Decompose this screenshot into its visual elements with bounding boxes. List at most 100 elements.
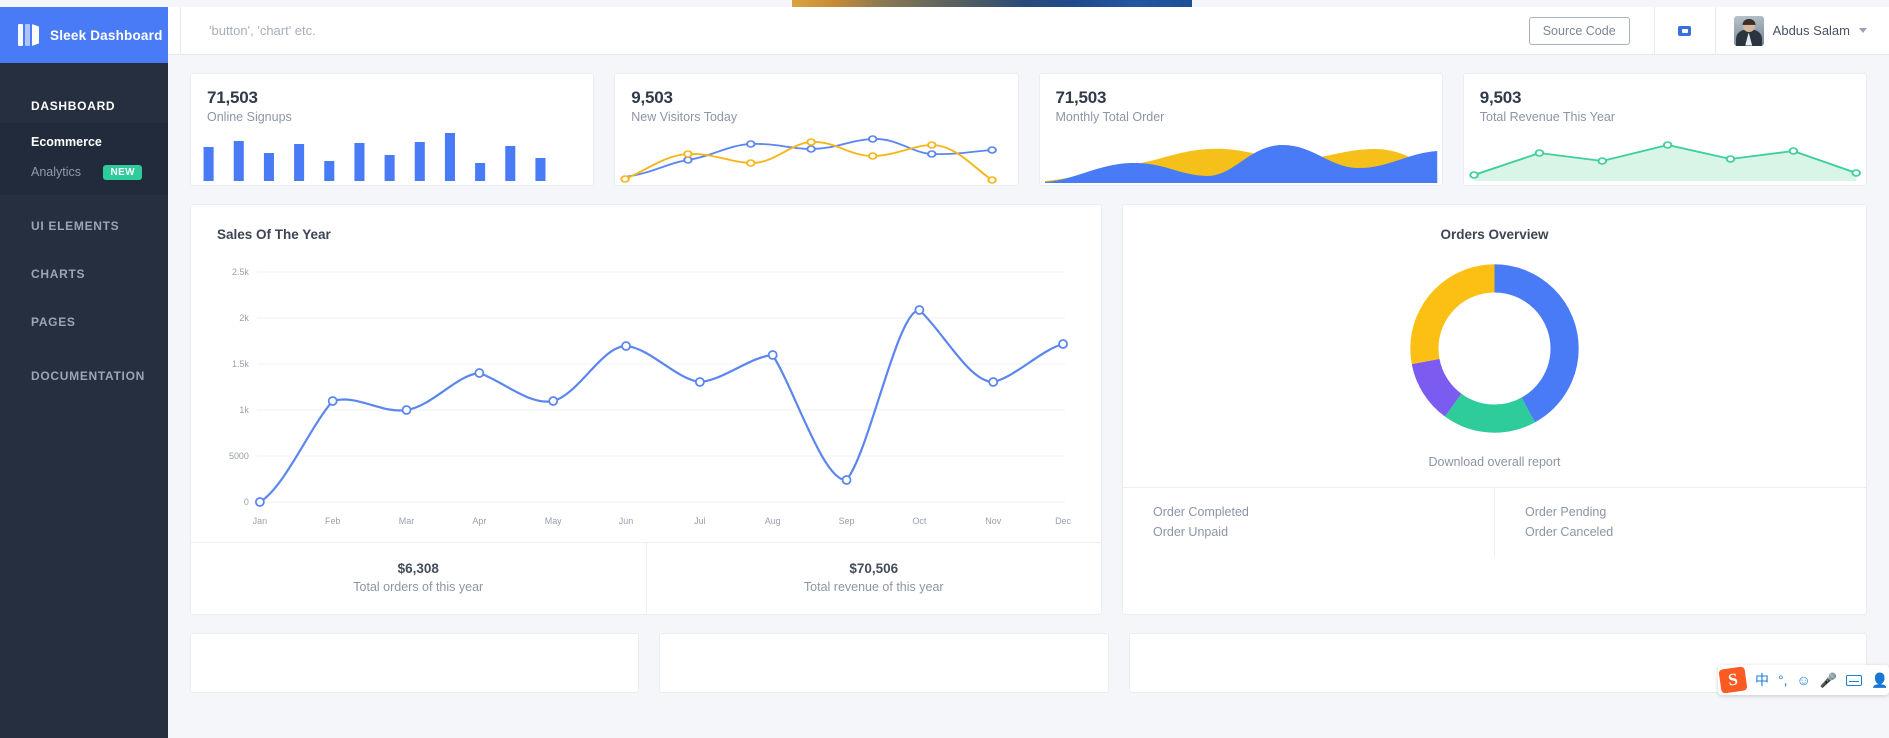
orders-overview-card: Orders Overview Download overall report … — [1122, 204, 1867, 615]
status-order-completed: Order Completed — [1153, 505, 1249, 519]
sidebar-item-charts[interactable]: CHARTS — [0, 257, 168, 291]
main-content: 71,503 Online Signups 9,503 New Visitors… — [168, 55, 1889, 738]
ime-toolbar[interactable]: S 中 °, ☺ 🎤 👤 — [1718, 665, 1889, 695]
chinese-mode-icon[interactable]: 中 — [1755, 673, 1769, 687]
stat-card-total-revenue: 9,503 Total Revenue This Year — [1462, 73, 1867, 186]
svg-text:May: May — [545, 516, 562, 526]
sidebar-item-ui-elements[interactable]: UI ELEMENTS — [0, 209, 168, 243]
stat-value: 9,503 — [1479, 88, 1522, 107]
bottom-cards-row — [168, 615, 1889, 693]
brand-logo[interactable]: Sleek Dashboard — [0, 7, 168, 63]
sidebar-label-analytics: Analytics — [31, 165, 82, 179]
visitors-line-chart — [615, 123, 1017, 185]
svg-text:Feb: Feb — [325, 516, 340, 526]
sidebar-label-pages: PAGES — [31, 315, 76, 329]
stats-row: 71,503 Online Signups 9,503 New Visitors… — [168, 55, 1889, 186]
user-icon[interactable]: 👤 — [1871, 673, 1888, 687]
sidebar-label-ecommerce: Ecommerce — [31, 135, 102, 149]
total-revenue-cell: $70,506 Total revenue of this year — [645, 543, 1102, 614]
bottom-card-2 — [659, 633, 1109, 693]
svg-text:2k: 2k — [239, 313, 249, 323]
search-area — [181, 7, 1529, 54]
total-revenue-value: $70,506 — [849, 561, 899, 576]
svg-text:Jan: Jan — [253, 516, 267, 526]
chevron-down-icon — [1859, 28, 1867, 33]
svg-text:Mar: Mar — [399, 516, 414, 526]
stat-label: Online Signups — [207, 110, 292, 124]
messages-button[interactable] — [1653, 7, 1716, 54]
sidebar-label-ui-elements: UI ELEMENTS — [31, 219, 120, 233]
banner-image — [792, 0, 1192, 7]
stat-label: Monthly Total Order — [1055, 110, 1165, 124]
voice-input-icon[interactable]: 🎤 — [1820, 673, 1837, 687]
svg-text:Aug: Aug — [765, 516, 781, 526]
status-order-unpaid: Order Unpaid — [1153, 525, 1229, 539]
message-icon — [1678, 25, 1692, 36]
total-orders-label: Total orders of this year — [353, 580, 484, 594]
svg-text:Dec: Dec — [1055, 516, 1071, 526]
orders-status-left: Order Completed Order Unpaid — [1123, 488, 1494, 556]
stat-card-online-signups: 71,503 Online Signups — [190, 73, 595, 186]
sidebar-item-documentation[interactable]: DOCUMENTATION — [0, 359, 168, 393]
orders-card-title: Orders Overview — [1440, 227, 1549, 242]
user-menu[interactable]: Abdus Salam — [1716, 7, 1889, 54]
source-code-area: Source Code — [1528, 7, 1654, 54]
sidebar-label-charts: CHARTS — [31, 267, 86, 281]
sidebar-item-pages[interactable]: PAGES — [0, 305, 168, 339]
sidebar-item-ecommerce[interactable]: Ecommerce — [0, 127, 168, 157]
total-orders-value: $6,308 — [397, 561, 439, 576]
new-badge: NEW — [103, 164, 142, 180]
svg-text:Oct: Oct — [912, 516, 926, 526]
user-name: Abdus Salam — [1772, 23, 1850, 38]
top-header: Source Code Abdus Salam — [168, 7, 1889, 55]
orders-donut-chart — [1123, 242, 1866, 441]
stat-value: 71,503 — [1055, 88, 1107, 107]
keyboard-icon[interactable] — [1846, 674, 1863, 686]
sidebar-item-dashboard[interactable]: DASHBOARD — [0, 89, 168, 123]
sales-card-title: Sales Of The Year — [217, 227, 331, 242]
svg-text:Jul: Jul — [694, 516, 705, 526]
sidebar-submenu: Ecommerce Analytics NEW — [0, 123, 168, 195]
svg-text:Apr: Apr — [472, 516, 486, 526]
sales-of-the-year-card: Sales Of The Year 2.5k 2k 1.5k 1k 5000 0… — [190, 204, 1102, 615]
sales-footer: $6,308 Total orders of this year $70,506… — [191, 542, 1101, 614]
bottom-card-1 — [190, 633, 639, 693]
svg-text:1.5k: 1.5k — [232, 359, 249, 369]
sidebar-item-analytics[interactable]: Analytics NEW — [0, 157, 168, 187]
svg-text:Jun: Jun — [619, 516, 633, 526]
svg-text:Sep: Sep — [839, 516, 855, 526]
source-code-button[interactable]: Source Code — [1528, 16, 1630, 45]
sogou-logo-icon[interactable]: S — [1718, 666, 1748, 694]
stat-value: 9,503 — [631, 88, 673, 107]
orders-status-right: Order Pending Order Canceled — [1494, 488, 1866, 556]
sidebar-label-documentation: DOCUMENTATION — [31, 369, 145, 383]
user-avatar — [1733, 15, 1764, 46]
header-left-spacer — [168, 7, 181, 54]
svg-text:1k: 1k — [239, 405, 249, 415]
stat-card-monthly-orders: 71,503 Monthly Total Order — [1038, 73, 1443, 186]
stat-card-new-visitors: 9,503 New Visitors Today — [614, 73, 1019, 186]
status-order-canceled: Order Canceled — [1525, 525, 1614, 539]
svg-text:2.5k: 2.5k — [232, 267, 249, 277]
stat-value: 71,503 — [207, 88, 258, 107]
total-orders-cell: $6,308 Total orders of this year — [191, 543, 646, 614]
download-report-link[interactable]: Download overall report — [1123, 441, 1866, 487]
search-input[interactable] — [209, 23, 629, 38]
orders-area-chart — [1040, 123, 1442, 185]
svg-text:0: 0 — [244, 497, 249, 507]
svg-text:5000: 5000 — [229, 451, 249, 461]
stat-label: Total Revenue This Year — [1479, 110, 1616, 124]
punctuation-icon[interactable]: °, — [1778, 673, 1788, 687]
status-order-pending: Order Pending — [1525, 505, 1607, 519]
svg-text:Nov: Nov — [985, 516, 1001, 526]
revenue-area-chart — [1464, 123, 1866, 185]
bars-logo-icon — [18, 24, 39, 46]
brand-name: Sleek Dashboard — [50, 27, 163, 43]
emoji-icon[interactable]: ☺ — [1797, 673, 1811, 687]
orders-status-grid: Order Completed Order Unpaid Order Pendi… — [1123, 487, 1866, 556]
sidebar-label-dashboard: DASHBOARD — [31, 99, 116, 113]
charts-row: Sales Of The Year 2.5k 2k 1.5k 1k 5000 0… — [168, 186, 1889, 615]
browser-content-strip — [0, 0, 1889, 7]
sidebar: Sleek Dashboard DASHBOARD Ecommerce Anal… — [0, 7, 168, 738]
signups-bar-chart — [191, 123, 593, 185]
